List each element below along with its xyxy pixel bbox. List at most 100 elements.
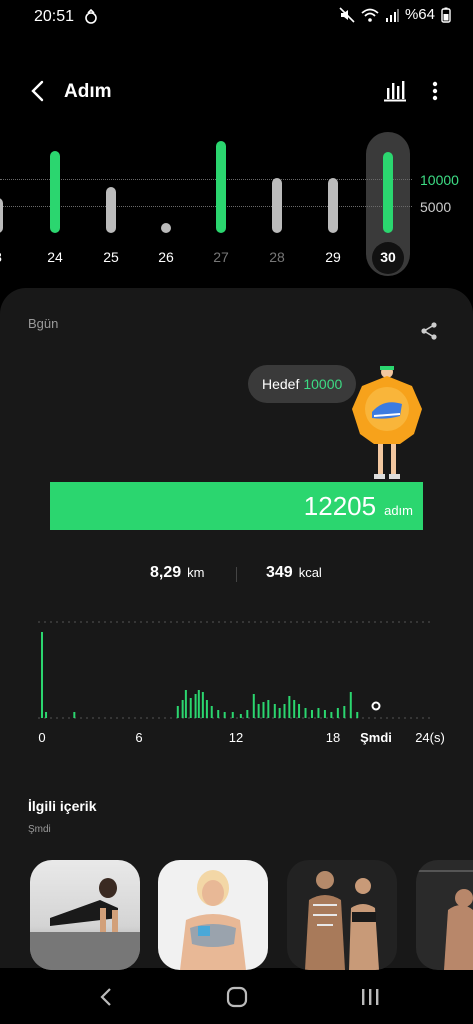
related-content-title: İlgili içerik [28,798,97,814]
card-date-label: Bgün [28,316,59,331]
distance-metric: 8,29 km [150,564,204,582]
trends-button[interactable] [380,76,410,106]
day-bar-24[interactable] [50,150,60,233]
notification-icon [84,8,98,28]
nav-home-button[interactable] [217,982,257,1012]
calories-value: 349 [266,564,293,581]
day-bar-29[interactable] [328,178,338,233]
distance-unit: km [187,565,205,580]
nav-recents-icon [362,989,379,1005]
battery-icon [441,7,451,23]
hourly-bar [194,694,197,718]
hour-label-18: 18 [325,730,341,745]
battery-percent: %64 [404,6,435,23]
hourly-bar [323,710,326,718]
status-time: 20:51 [34,8,75,25]
day-bar-25[interactable] [106,186,116,233]
day-label-29: 29 [325,249,341,265]
related-content-subtitle: Şmdi [28,824,51,835]
fitness-woman-image [180,870,246,970]
goal-prefix: Hedef [262,376,300,392]
metrics-divider [236,567,237,582]
day-label-24: 24 [47,249,63,265]
hour-label-now: Şmdi [360,730,392,745]
hourly-bar [239,714,242,718]
day-bar-30[interactable] [383,151,393,233]
more-options-button[interactable] [420,76,450,106]
day-bar-28[interactable] [272,178,282,233]
day-bar-3[interactable] [0,198,3,233]
fitness-image-partial [416,870,473,970]
steps-progress-bar: 12205 adım [50,482,423,530]
share-button[interactable] [416,318,442,344]
plank-image [30,878,140,970]
hourly-bar [201,692,204,718]
hourly-bar [267,700,270,718]
daily-summary-card: Bgün Hedef 10000 12205 adım 8,29 km 349 [0,288,473,970]
nav-back-button[interactable] [86,982,126,1012]
related-thumbnail-fitness-woman[interactable] [158,860,268,970]
hourly-bar [336,708,339,718]
hourly-bar [283,704,286,718]
goal-value: 10000 [303,376,343,392]
day-bar-27[interactable] [216,140,226,233]
mascot-illustration [352,366,422,479]
hourly-bar [252,694,255,718]
nav-back-icon [100,988,111,1006]
day-label-28: 28 [269,249,285,265]
app-header: Adım [0,70,473,114]
related-thumbnail-4[interactable] [416,860,473,970]
nav-recents-button[interactable] [350,982,390,1012]
wifi-icon [361,8,379,22]
day-label-30: 30 [380,249,396,265]
goal-line-5000 [0,206,412,207]
related-thumbnail-fitness-couple[interactable] [287,860,397,970]
hourly-bar [41,632,43,718]
hourly-steps-chart[interactable]: 0 6 12 18 Şmdi 24(s) [0,613,473,753]
hourly-bar [231,712,234,718]
hourly-bar [197,690,200,718]
back-arrow-icon [31,80,44,102]
day-label-26: 26 [158,249,174,265]
related-thumbnail-plank[interactable] [30,860,140,970]
hourly-bar [288,696,291,718]
calories-unit: kcal [298,565,322,580]
day-label-25: 25 [103,249,119,265]
nav-home-icon [226,986,248,1008]
hourly-bar [273,704,276,718]
hourly-bar [330,712,333,718]
more-vertical-icon [432,81,438,101]
hourly-bar [356,712,359,718]
hour-label-0: 0 [38,730,46,745]
back-button[interactable] [22,76,52,106]
goal-line-10000 [0,179,412,180]
share-icon [421,322,437,340]
goal-label-low: 5000 [420,199,452,215]
hourly-bar [210,706,213,718]
bar-chart-icon [384,81,406,102]
hourly-bar [343,706,346,718]
hourly-bar [205,700,208,718]
hourly-bar [184,690,187,718]
hourly-bar [293,700,296,718]
fitness-couple-image [305,871,379,970]
hourly-bar [45,712,48,718]
steps-unit: adım [384,503,413,518]
day-bar-26[interactable] [161,223,171,233]
hourly-bar [223,712,226,718]
hourly-bar [189,698,192,718]
hourly-bar [73,712,76,718]
hourly-bar [349,692,352,718]
steps-count: 12205 [303,491,377,521]
hour-label-24: 24(s) [415,730,445,745]
hourly-bar [257,704,260,718]
hourly-bar [246,710,249,718]
daily-steps-chart[interactable]: 10000 5000 3 24 25 26 27 28 29 30 [0,130,473,280]
day-label-3: 3 [0,249,13,265]
metrics-row: 8,29 km 349 kcal [0,564,473,586]
hourly-bar [217,710,220,718]
page-title: Adım [64,81,112,102]
status-bar: 20:51 %64 [0,0,473,34]
signal-icon [385,8,399,22]
goal-bubble: Hedef 10000 [248,365,357,403]
